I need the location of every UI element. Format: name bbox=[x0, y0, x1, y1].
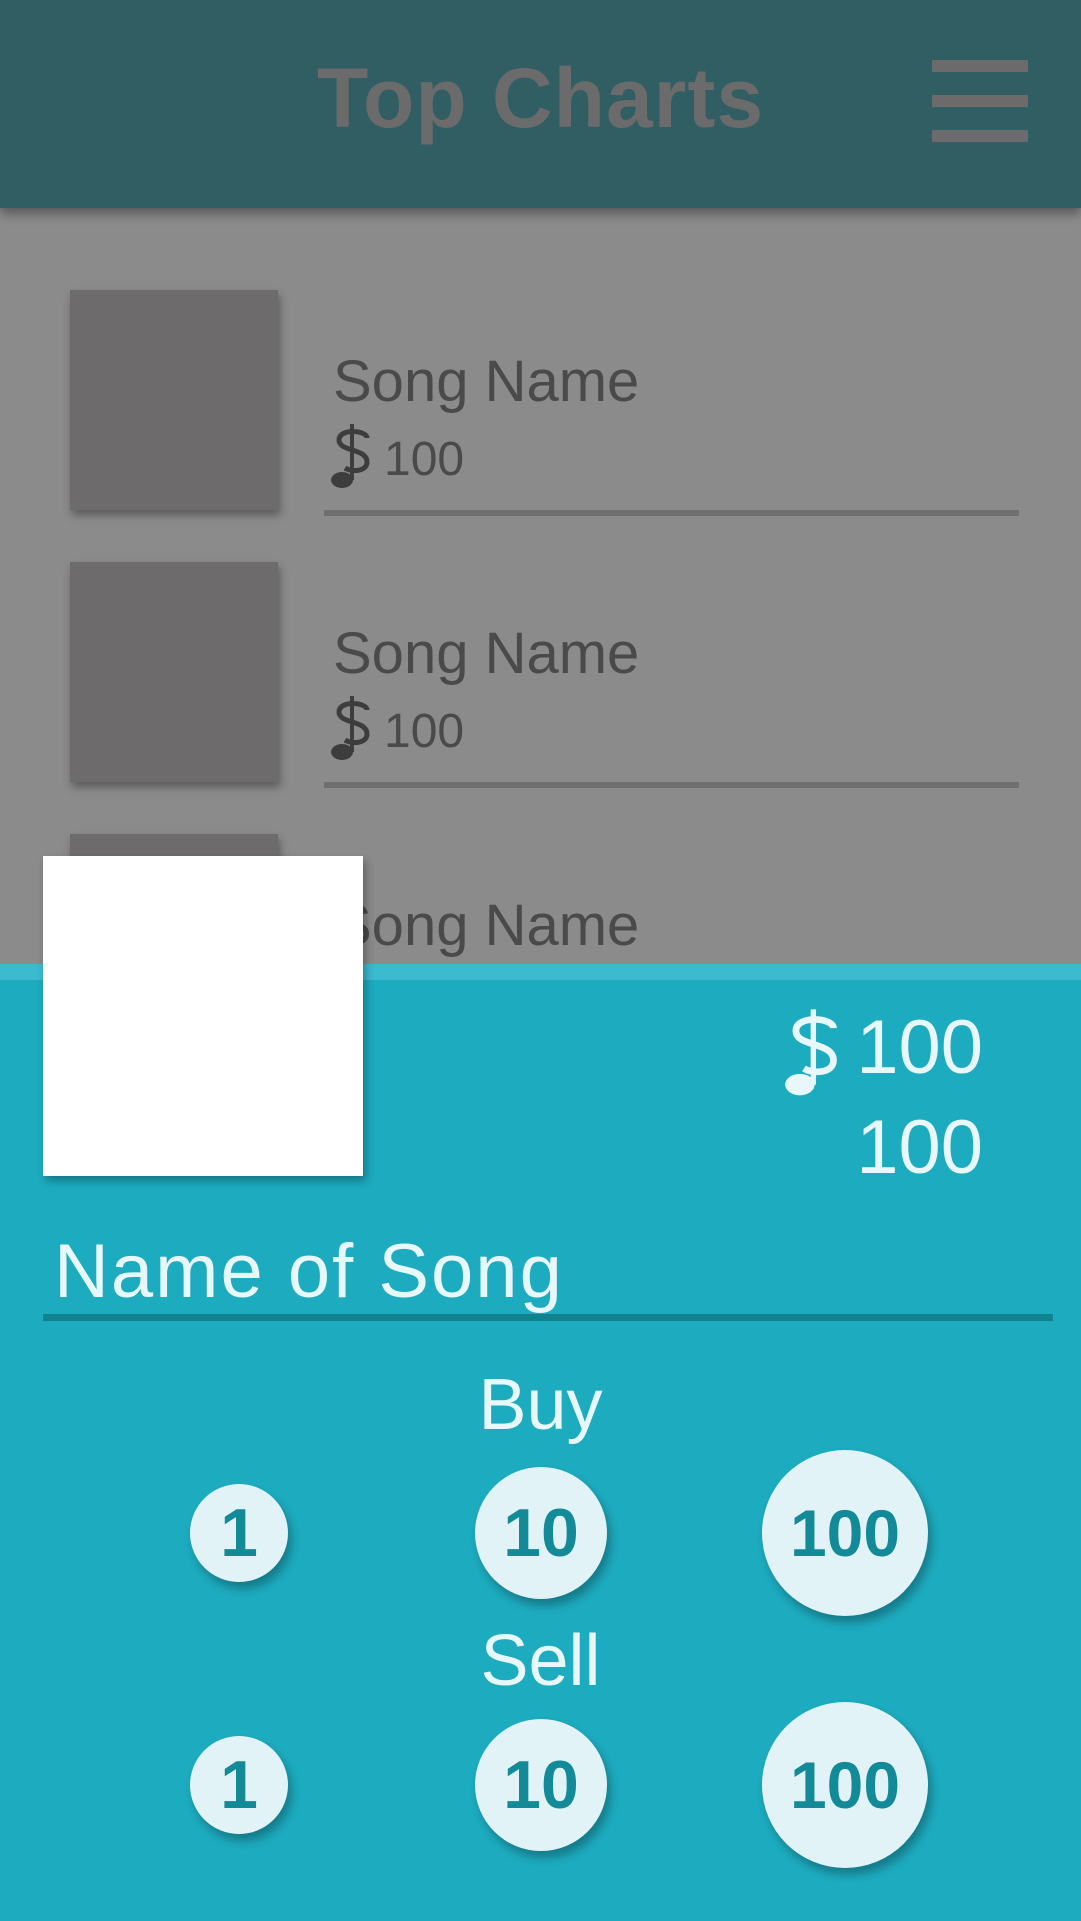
song-cover-art bbox=[43, 856, 363, 1176]
sell-10-button[interactable]: 10 bbox=[475, 1719, 607, 1851]
buy-10-button[interactable]: 10 bbox=[475, 1467, 607, 1599]
song-price: 100 bbox=[384, 433, 465, 486]
music-note-dollar-icon bbox=[331, 696, 370, 760]
page-title: Top Charts bbox=[316, 51, 765, 145]
divider bbox=[324, 782, 1019, 788]
divider bbox=[324, 510, 1019, 516]
album-art bbox=[70, 562, 278, 782]
song-name: Song Name bbox=[333, 893, 640, 958]
song-price: 100 bbox=[384, 705, 465, 758]
app-bar: Top Charts bbox=[0, 0, 1081, 208]
sell-100-button[interactable]: 100 bbox=[762, 1702, 928, 1868]
sell-label: Sell bbox=[480, 1621, 601, 1701]
song-title: Name of Song bbox=[54, 1229, 564, 1314]
list-item[interactable]: Song Name 100 bbox=[0, 290, 1081, 530]
sell-1-button[interactable]: 1 bbox=[190, 1736, 288, 1834]
title-divider bbox=[43, 1314, 1053, 1321]
list-item[interactable]: Song Name 100 bbox=[0, 562, 1081, 802]
song-name: Song Name bbox=[333, 349, 640, 414]
buy-label: Buy bbox=[478, 1365, 603, 1445]
music-note-dollar-icon bbox=[331, 424, 370, 488]
buy-100-button[interactable]: 100 bbox=[762, 1450, 928, 1616]
album-art bbox=[70, 290, 278, 510]
detail-quantity: 100 bbox=[856, 1105, 983, 1190]
music-note-dollar-icon bbox=[785, 1009, 837, 1096]
top-charts-screen: Top Charts Song Name 100 Song Name 100 S… bbox=[0, 0, 1081, 964]
song-name: Song Name bbox=[333, 621, 640, 686]
buy-1-button[interactable]: 1 bbox=[190, 1484, 288, 1582]
detail-price: 100 bbox=[856, 1005, 983, 1090]
hamburger-menu-icon[interactable] bbox=[932, 60, 1028, 142]
